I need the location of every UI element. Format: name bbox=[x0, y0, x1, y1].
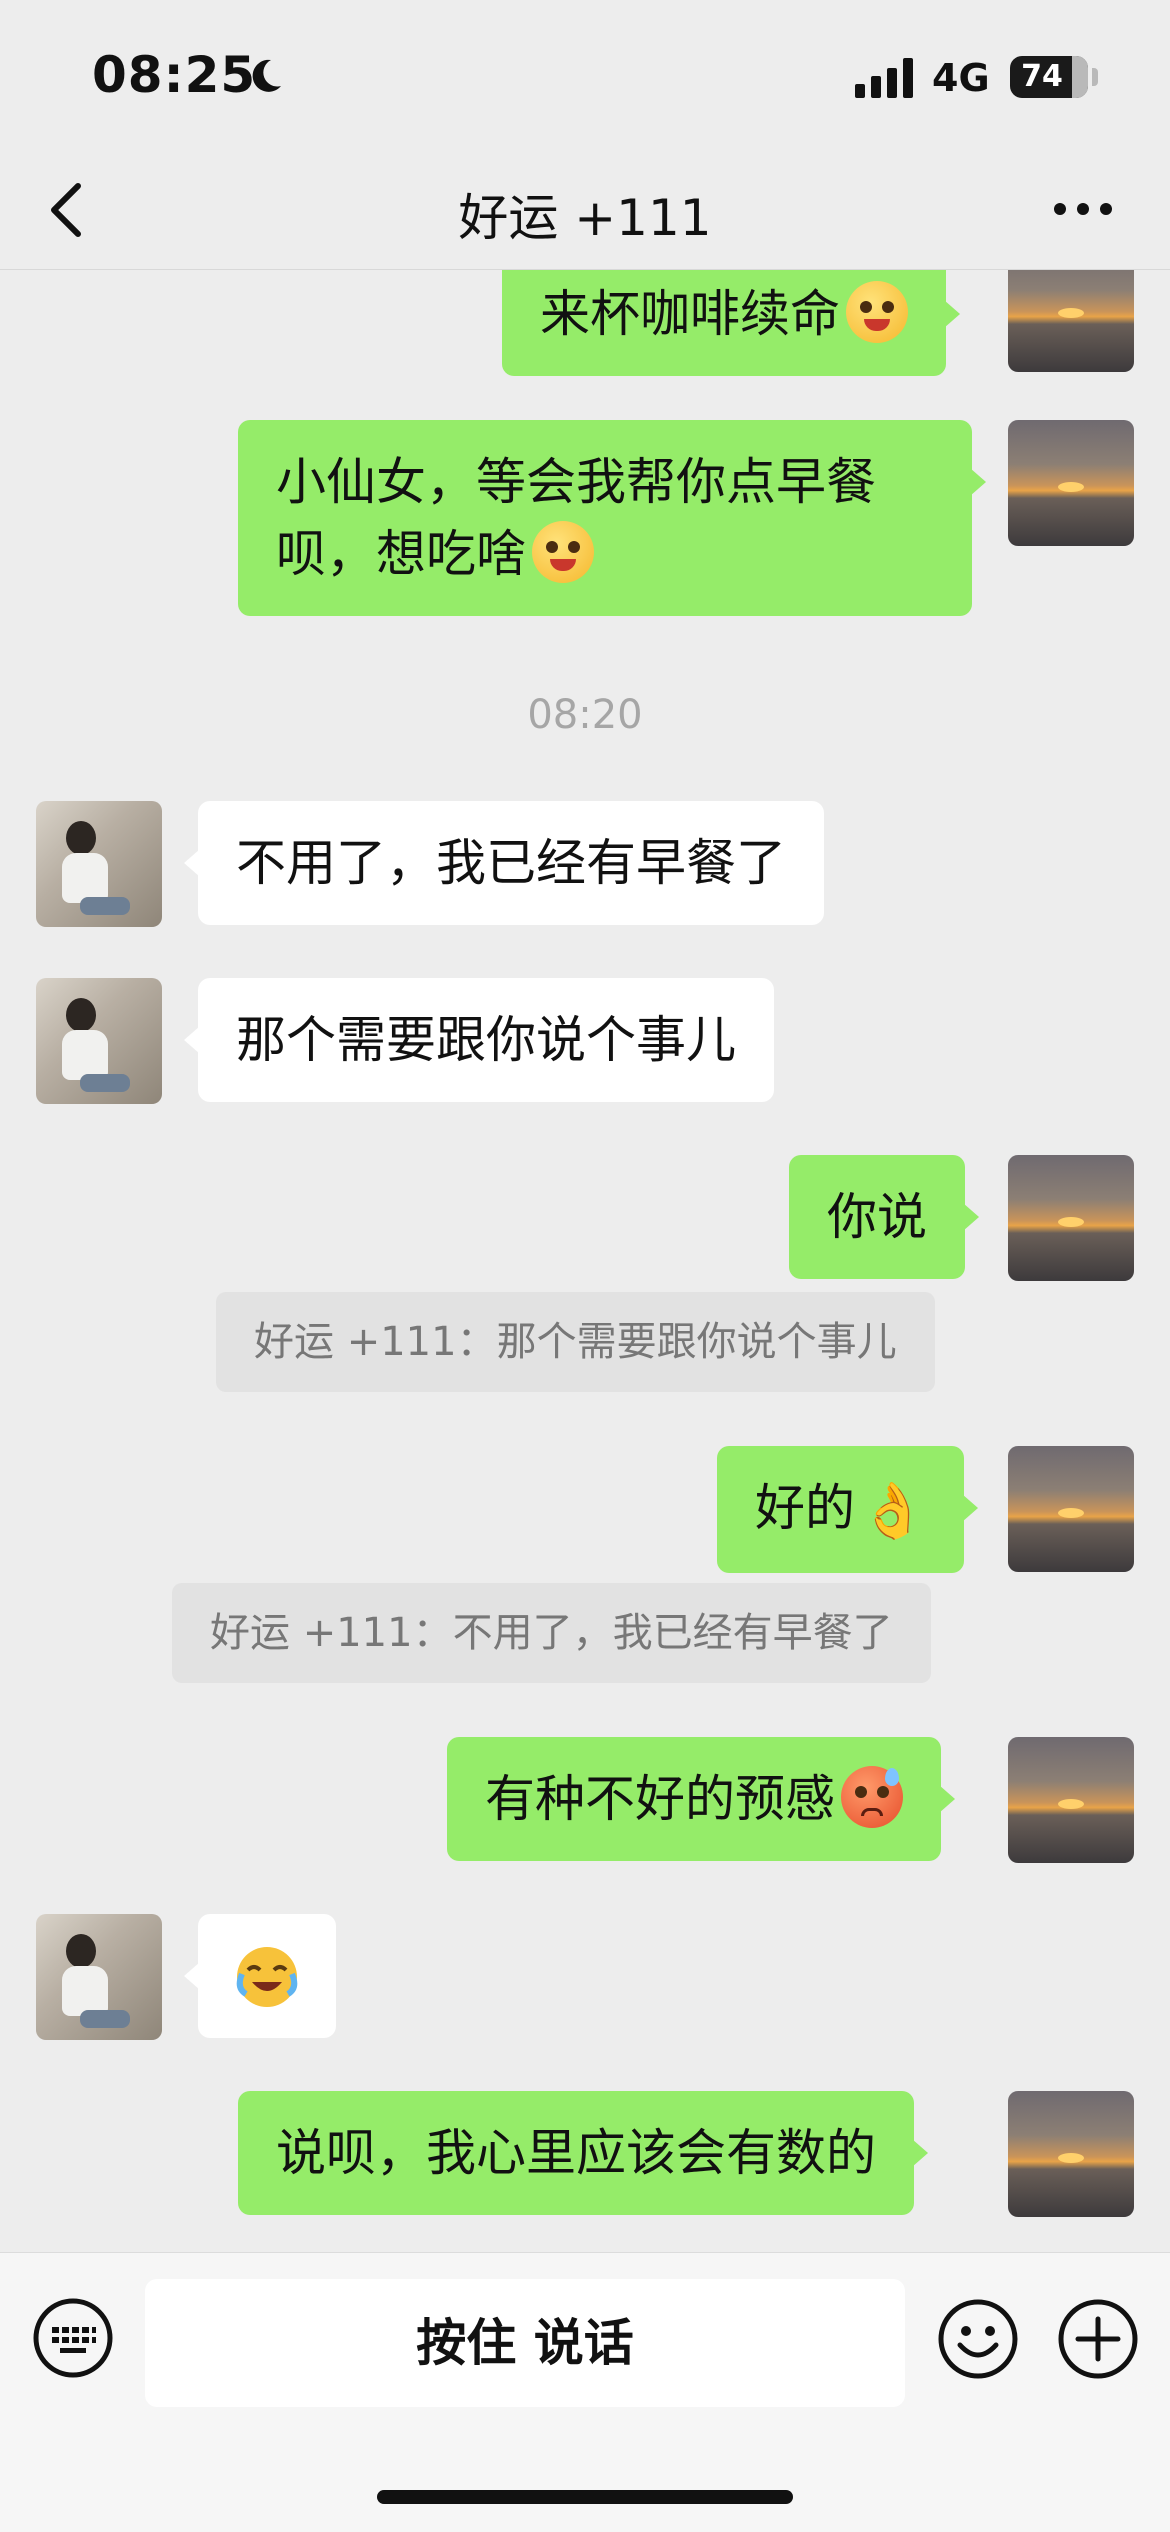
home-indicator[interactable] bbox=[377, 2490, 793, 2504]
quoted-message[interactable]: 好运 +111：那个需要跟你说个事儿 bbox=[216, 1292, 935, 1392]
ok-hand-emoji-icon: 👌 bbox=[859, 1479, 927, 1542]
contact-avatar[interactable] bbox=[36, 1914, 162, 2040]
battery-cap bbox=[1092, 68, 1098, 86]
received-message[interactable] bbox=[184, 1914, 336, 2038]
contact-avatar[interactable] bbox=[36, 801, 162, 927]
chat-title: 好运 +111 bbox=[458, 189, 712, 247]
sent-message[interactable]: 好的👌 bbox=[717, 1446, 979, 1573]
sent-message[interactable]: 你说 bbox=[789, 1155, 979, 1279]
emoji-icon[interactable] bbox=[936, 2297, 1020, 2381]
my-avatar[interactable] bbox=[1008, 2091, 1134, 2217]
more-options-icon[interactable] bbox=[1052, 194, 1114, 224]
my-avatar[interactable] bbox=[1008, 270, 1134, 372]
crying-laughing-emoji-icon bbox=[236, 1947, 298, 2007]
contact-avatar[interactable] bbox=[36, 978, 162, 1104]
my-avatar[interactable] bbox=[1008, 420, 1134, 546]
message-timestamp: 08:20 bbox=[527, 692, 643, 738]
sent-message[interactable]: 来杯咖啡续命 bbox=[502, 270, 960, 376]
my-avatar[interactable] bbox=[1008, 1446, 1134, 1572]
message-text: 好的 bbox=[755, 1479, 855, 1537]
anxious-sweat-emoji-icon bbox=[841, 1766, 903, 1828]
chat-header: 好运 +111 bbox=[0, 150, 1170, 270]
quoted-message[interactable]: 好运 +111：不用了，我已经有早餐了 bbox=[172, 1583, 931, 1683]
received-message[interactable]: 不用了，我已经有早餐了 bbox=[184, 801, 824, 925]
message-text: 说呗，我心里应该会有数的 bbox=[276, 2124, 876, 2182]
hold-to-talk-button[interactable]: 按住 说话 bbox=[145, 2279, 905, 2407]
status-bar: 08:25 4G 74 bbox=[0, 0, 1170, 150]
status-time: 08:25 bbox=[92, 46, 257, 104]
drooling-emoji-icon bbox=[846, 281, 908, 343]
message-text: 那个需要跟你说个事儿 bbox=[236, 1011, 736, 1069]
keyboard-icon[interactable] bbox=[32, 2297, 114, 2379]
message-text-line: 呗，想吃啥 bbox=[276, 525, 526, 583]
drooling-emoji-icon bbox=[532, 521, 594, 583]
network-type: 4G bbox=[932, 56, 990, 100]
moon-icon bbox=[252, 59, 281, 92]
received-message[interactable]: 那个需要跟你说个事儿 bbox=[184, 978, 774, 1102]
battery-level: 74 bbox=[1021, 59, 1063, 94]
message-list[interactable]: 来杯咖啡续命 小仙女，等会我帮你点早餐 呗，想吃啥 08:20 不用了，我已经有… bbox=[0, 270, 1170, 2252]
plus-icon[interactable] bbox=[1056, 2297, 1140, 2381]
signal-icon bbox=[855, 58, 913, 98]
sent-message[interactable]: 小仙女，等会我帮你点早餐 呗，想吃啥 bbox=[238, 420, 986, 616]
message-text: 不用了，我已经有早餐了 bbox=[236, 834, 786, 892]
battery-icon: 74 bbox=[1010, 56, 1088, 98]
message-text-line: 小仙女，等会我帮你点早餐 bbox=[276, 453, 876, 511]
sent-message[interactable]: 说呗，我心里应该会有数的 bbox=[238, 2091, 928, 2215]
message-text: 来杯咖啡续命 bbox=[540, 285, 840, 343]
message-text: 你说 bbox=[827, 1188, 927, 1246]
my-avatar[interactable] bbox=[1008, 1155, 1134, 1281]
my-avatar[interactable] bbox=[1008, 1737, 1134, 1863]
message-text: 有种不好的预感 bbox=[485, 1770, 835, 1828]
sent-message[interactable]: 有种不好的预感 bbox=[447, 1737, 955, 1861]
